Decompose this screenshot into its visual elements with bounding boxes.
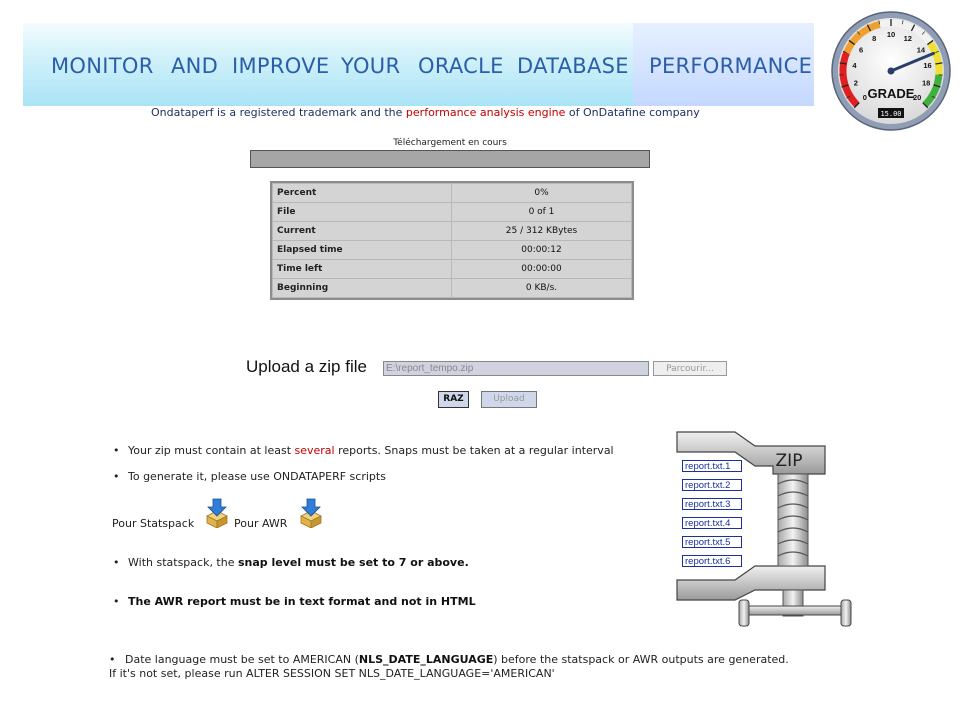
awr-download-icon[interactable] <box>297 498 325 528</box>
gauge-tick-label: 10 <box>887 30 895 39</box>
note-text: reports. Snaps must be taken at a regula… <box>334 444 614 457</box>
note-bold: The AWR report must be in text format an… <box>128 595 476 608</box>
note-bold: snap level must be set to 7 or above. <box>237 556 469 569</box>
banner-word: DATABASE <box>517 54 629 78</box>
table-row: Time left 00:00:00 <box>272 259 632 279</box>
banner-word: YOUR <box>341 54 401 78</box>
stat-value: 0 of 1 <box>451 202 632 222</box>
bullet: • <box>109 653 116 666</box>
note-text: Your zip must contain at least <box>128 444 295 457</box>
gauge-tick-label: 2 <box>854 78 858 87</box>
stat-value: 00:00:00 <box>451 259 632 279</box>
note-text: Date language must be set to AMERICAN ( <box>125 653 359 666</box>
grade-gauge: 02468 10 1214161820 GRADE 15.00 <box>831 11 951 131</box>
upload-label: Upload a zip file <box>246 357 367 376</box>
browse-button[interactable]: Parcourir... <box>653 361 727 376</box>
stat-value: 0 KB/s. <box>451 278 632 298</box>
stat-value: 25 / 312 KBytes <box>451 221 632 241</box>
gauge-tick-label: 18 <box>922 78 930 87</box>
report-file: report.txt.3 <box>682 498 742 510</box>
note-text: If it's not set, please run ALTER SESSIO… <box>109 667 555 680</box>
banner-word: ORACLE <box>418 54 504 78</box>
gauge-readout: 15.00 <box>880 110 901 118</box>
report-file: report.txt.6 <box>682 555 742 567</box>
banner-word: IMPROVE <box>232 54 330 78</box>
zip-label: ZIP <box>776 451 803 471</box>
table-row: Current 25 / 312 KBytes <box>272 221 632 241</box>
stat-key: File <box>272 202 452 222</box>
download-progress-bar <box>250 150 650 168</box>
stat-key: Percent <box>272 183 452 203</box>
report-file: report.txt.4 <box>682 517 742 529</box>
table-row: File 0 of 1 <box>272 202 632 222</box>
stat-value: 00:00:12 <box>451 240 632 260</box>
banner-word: PERFORMANCE <box>649 54 813 78</box>
banner-word: AND <box>171 54 219 78</box>
bullet: • <box>113 444 120 457</box>
awr-label: Pour AWR <box>234 517 288 530</box>
upload-stats-table: Percent 0% File 0 of 1 Current 25 / 312 KBy… <box>270 181 634 300</box>
report-file: report.txt.5 <box>682 536 742 548</box>
table-row: Beginning 0 KB/s. <box>272 278 632 298</box>
note-text: To generate it, please use ONDATAPERF sc… <box>128 470 386 483</box>
gauge-tick-label: 16 <box>923 61 931 70</box>
bullet: • <box>113 470 120 483</box>
tagline-text: of OnDatafine company <box>565 106 700 119</box>
gauge-title: GRADE <box>868 86 915 101</box>
tagline-highlight: performance analysis engine <box>405 106 566 119</box>
gauge-hub <box>887 67 895 75</box>
header-banner: MONITOR AND IMPROVE YOUR ORACLE DATABASE… <box>23 23 814 106</box>
gauge-tick-label: 14 <box>917 45 926 54</box>
tagline-text: Ondataperf is a registered trademark and… <box>151 106 406 119</box>
report-file: report.txt.2 <box>682 479 742 491</box>
note-bold: NLS_DATE_LANGUAGE <box>358 653 494 666</box>
table-row: Percent 0% <box>272 183 632 203</box>
stat-key: Time left <box>272 259 452 279</box>
note-highlight: several <box>294 444 335 457</box>
statspack-label: Pour Statspack <box>112 517 195 530</box>
bullet: • <box>113 556 120 569</box>
note-awr-format: • The AWR report must be in text format a… <box>113 595 476 608</box>
gauge-tick-label: 6 <box>859 45 863 54</box>
file-path-input[interactable] <box>383 361 649 376</box>
statspack-download-icon[interactable] <box>203 498 231 528</box>
banner-word: MONITOR <box>51 54 154 78</box>
stat-key: Elapsed time <box>272 240 452 260</box>
report-file: report.txt.1 <box>682 460 742 472</box>
download-status: Téléchargement en cours <box>393 138 507 148</box>
note-generate: • To generate it, please use ONDATAPERF s… <box>113 470 386 483</box>
note-text: With statspack, the <box>128 556 238 569</box>
note-text: ) before the statspack or AWR outputs ar… <box>493 653 789 666</box>
gauge-tick-label: 12 <box>904 34 912 43</box>
stat-value: 0% <box>451 183 632 203</box>
reset-button[interactable]: RAZ <box>438 391 469 408</box>
stat-key: Beginning <box>272 278 452 298</box>
note-date-language: • Date language must be set to AMERICAN (… <box>109 653 789 680</box>
note-snap-level: • With statspack, the snap level must be … <box>113 556 469 569</box>
note-zip-content: • Your zip must contain at least several … <box>113 444 614 457</box>
stat-key: Current <box>272 221 452 241</box>
upload-button[interactable]: Upload <box>481 391 537 408</box>
table-row: Elapsed time 00:00:12 <box>272 240 632 260</box>
bullet: • <box>113 595 120 608</box>
gauge-tick-label: 8 <box>872 34 876 43</box>
gauge-tick-label: 0 <box>863 93 867 102</box>
tagline: Ondataperf is a registered trademark and… <box>151 106 700 119</box>
